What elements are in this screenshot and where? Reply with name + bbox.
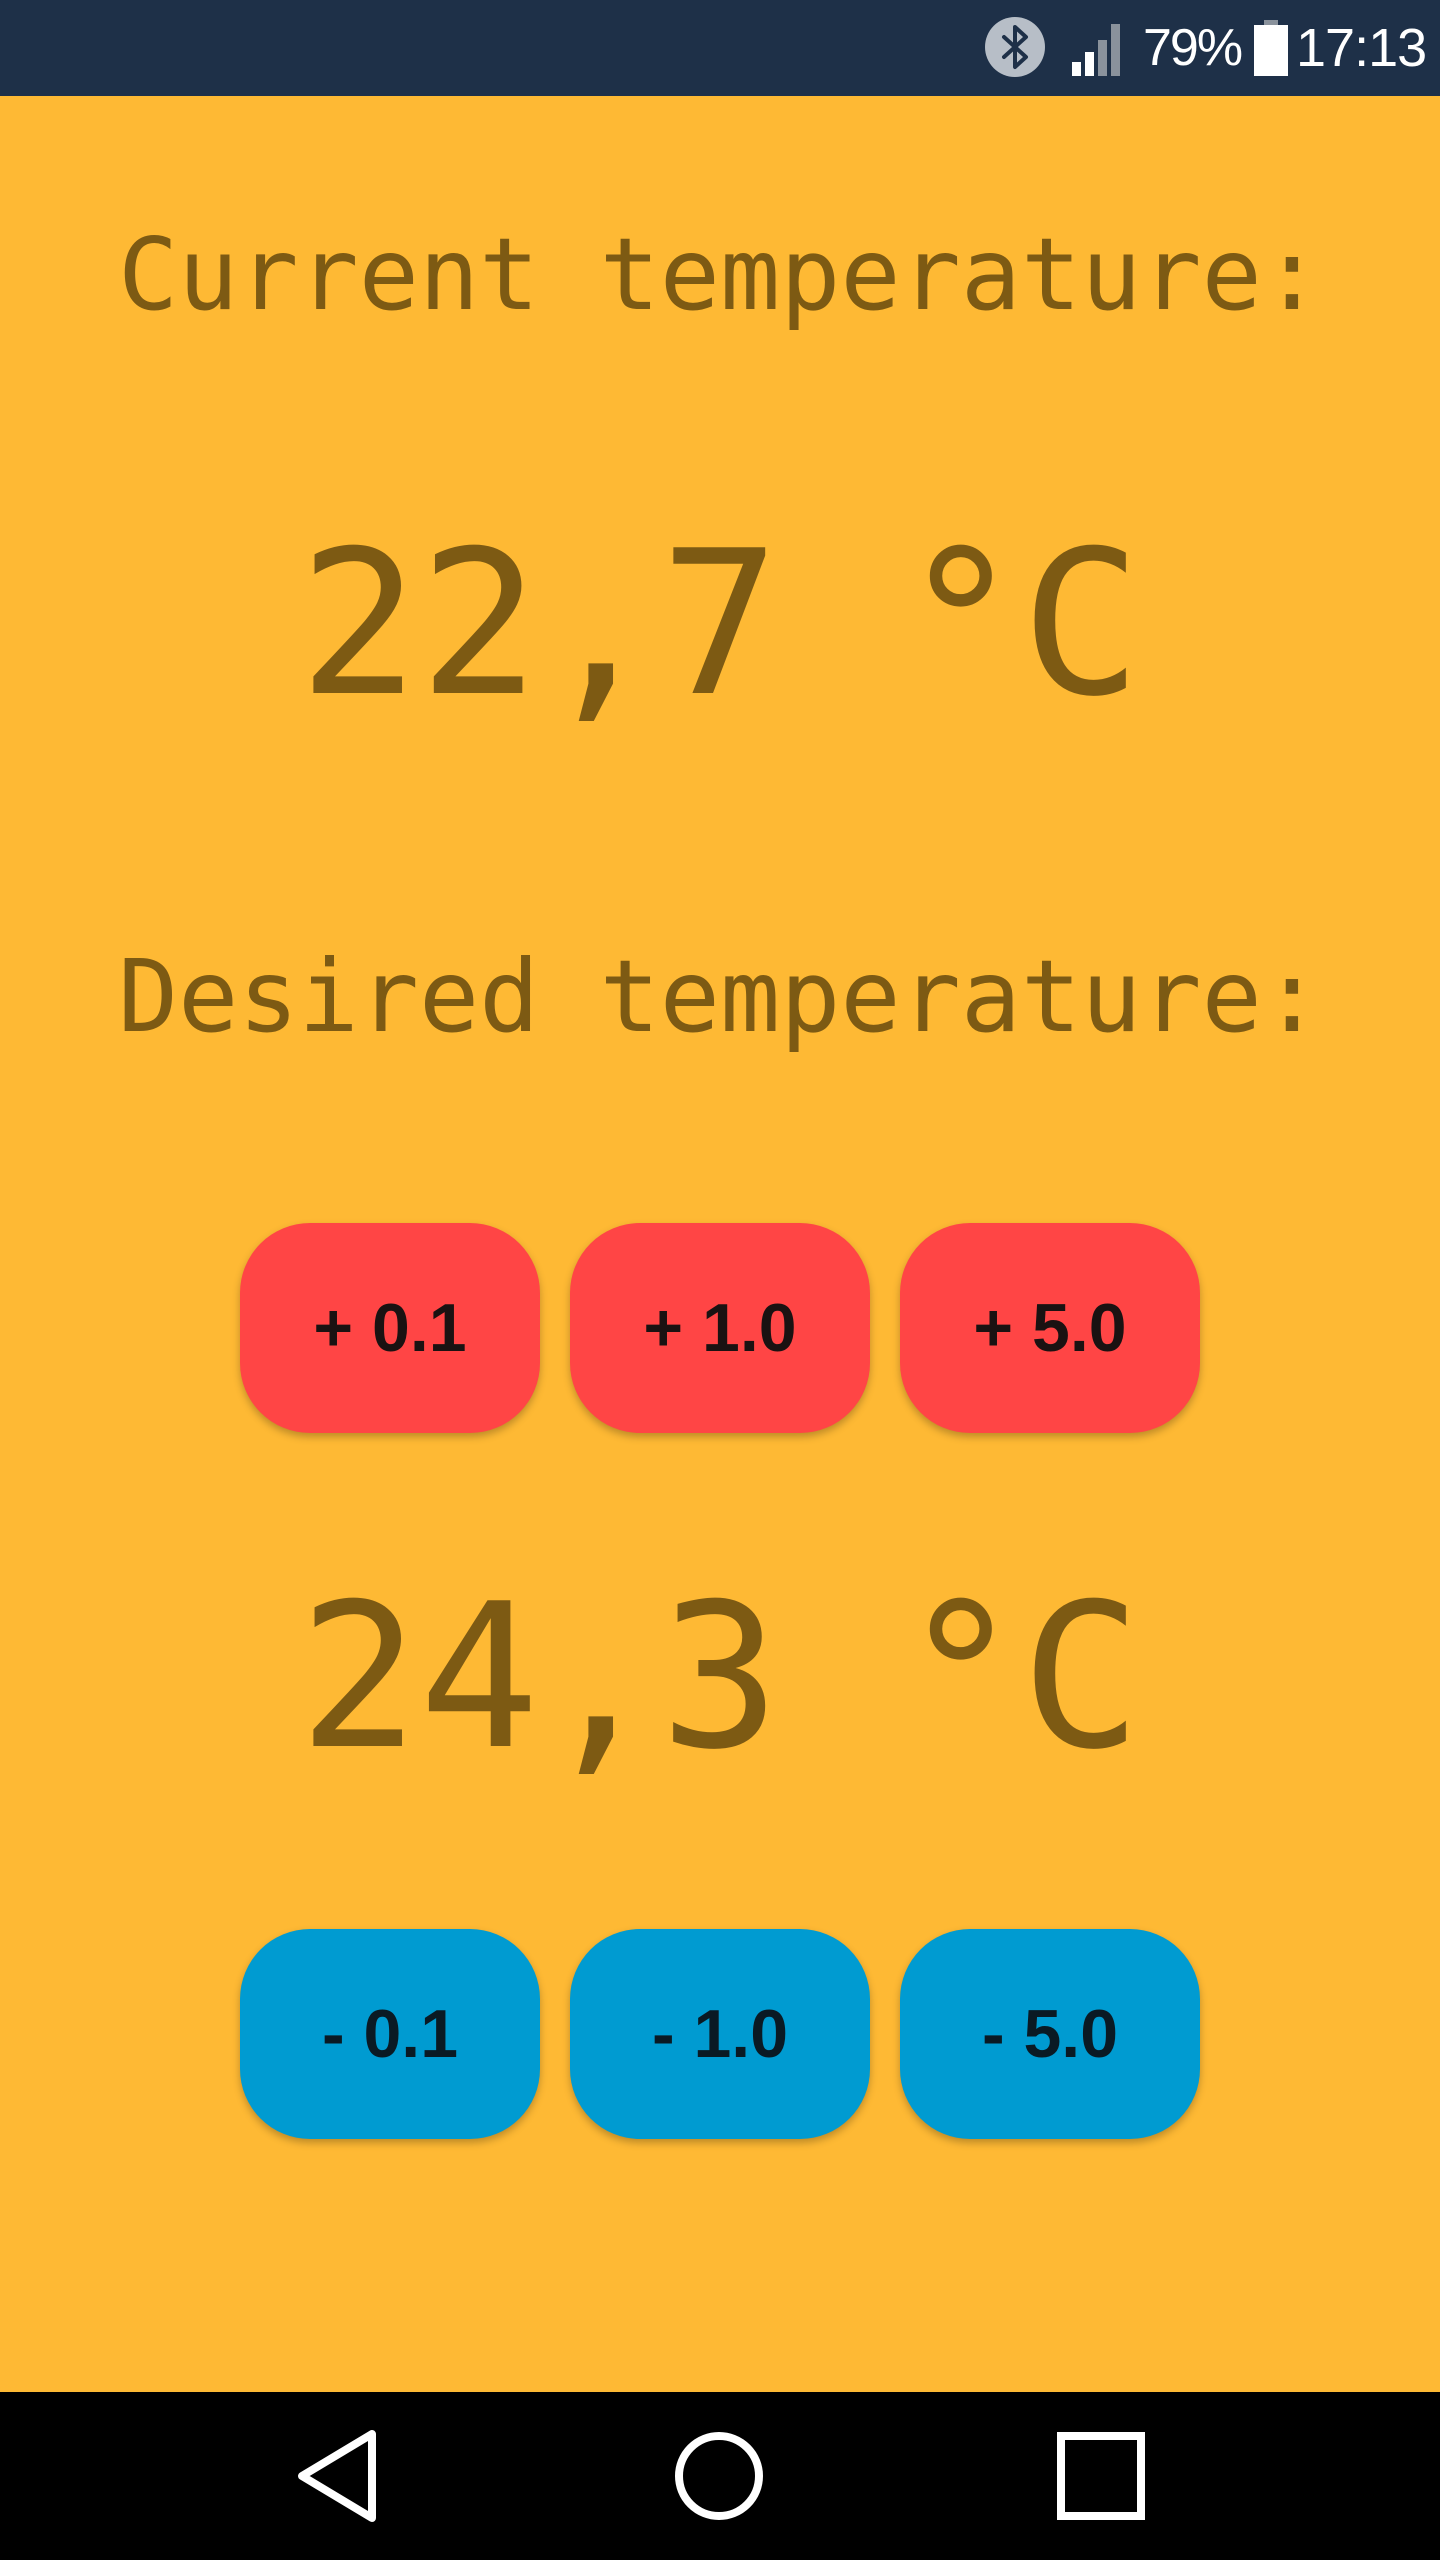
battery-icon [1254,20,1288,76]
clock: 17:13 [1296,18,1427,78]
decrease-0-1-button[interactable]: - 0.1 [240,1929,540,2139]
increase-5-0-button[interactable]: + 5.0 [900,1223,1200,1433]
current-temperature-value: 22,7 °C [298,508,1142,741]
increase-1-0-button[interactable]: + 1.0 [570,1223,870,1433]
recents-icon[interactable] [1051,2426,1151,2526]
increase-buttons: + 0.1 + 1.0 + 5.0 [240,1223,1200,1433]
decrease-buttons: - 0.1 - 1.0 - 5.0 [240,1929,1200,2139]
status-bar: 79% 17:13 [0,0,1440,96]
signal-icon [1072,24,1120,76]
current-temperature-label: Current temperature: [117,216,1323,333]
bluetooth-icon [985,17,1045,77]
decrease-1-0-button[interactable]: - 1.0 [570,1929,870,2139]
battery-percent: 79% [1143,19,1243,77]
back-icon[interactable] [290,2426,390,2526]
navigation-bar [0,2392,1440,2560]
decrease-5-0-button[interactable]: - 5.0 [900,1929,1200,2139]
home-icon[interactable] [669,2426,769,2526]
desired-temperature-label: Desired temperature: [117,938,1323,1055]
increase-0-1-button[interactable]: + 0.1 [240,1223,540,1433]
desired-temperature-value: 24,3 °C [298,1561,1142,1794]
